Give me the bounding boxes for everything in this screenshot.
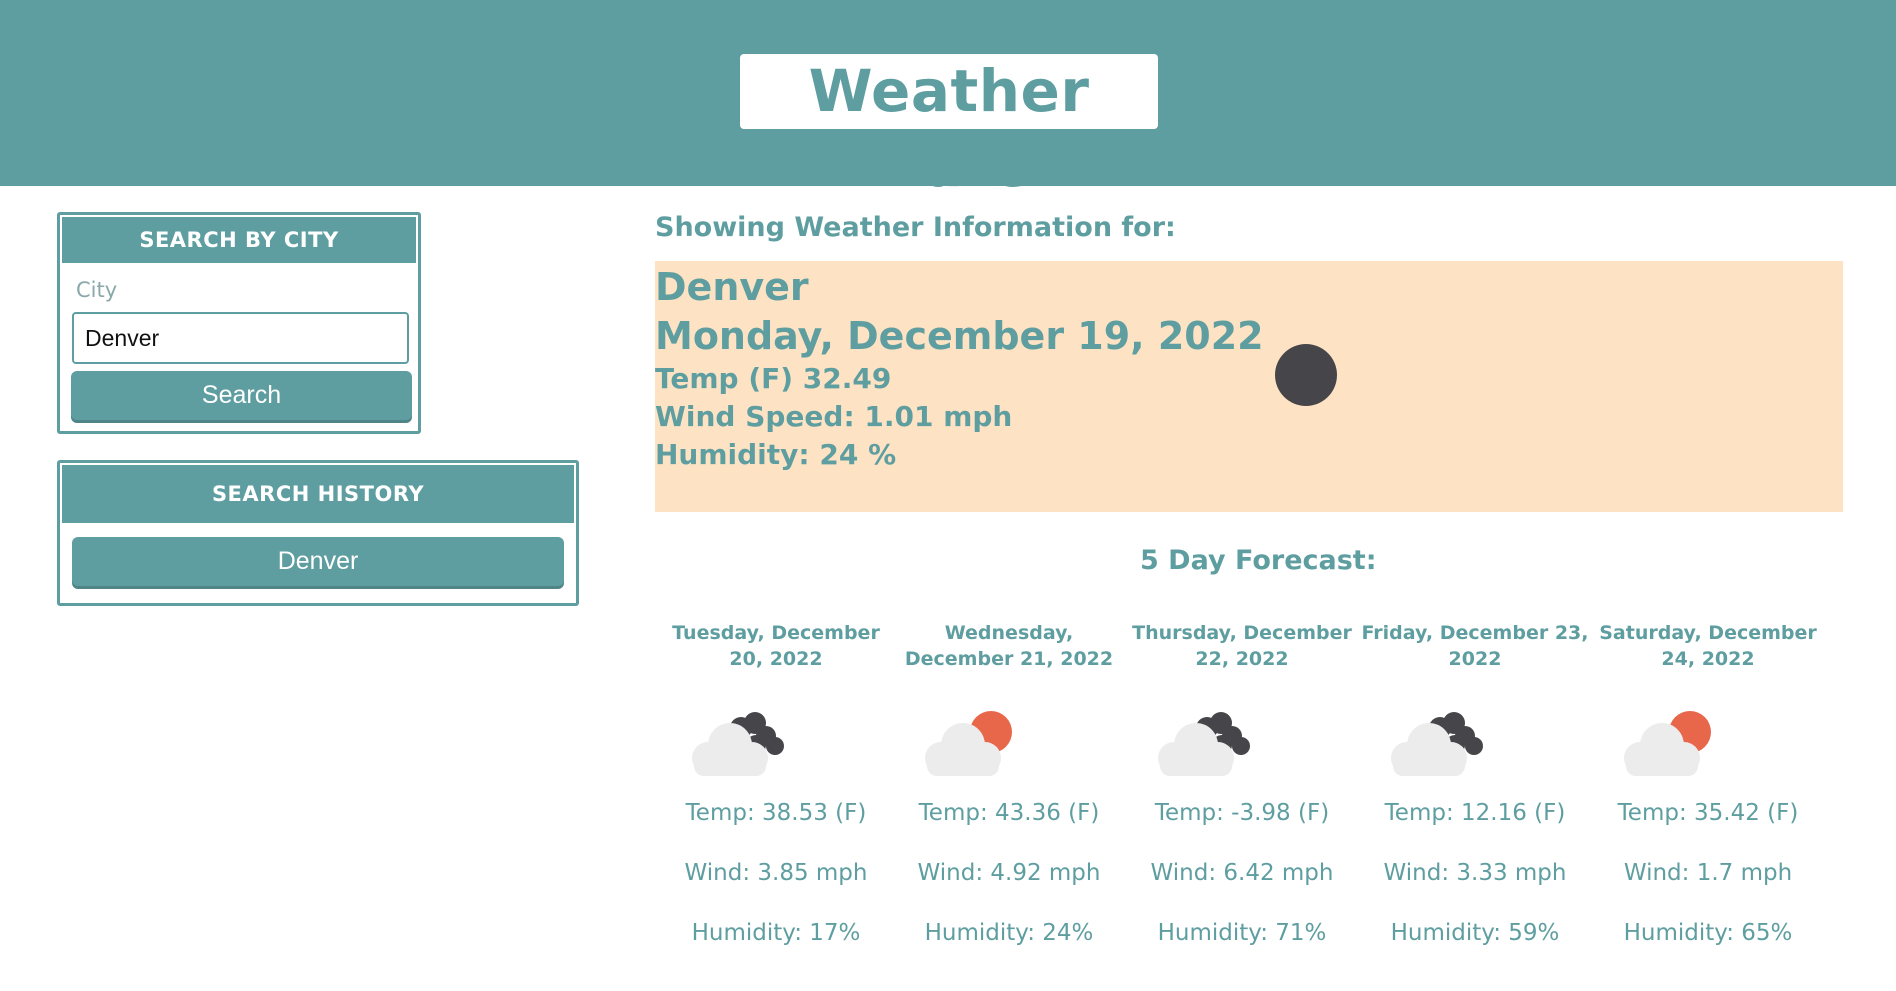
search-history-header: SEARCH HISTORY <box>62 465 574 523</box>
forecast-wind: Wind: 3.33 mph <box>1383 860 1567 886</box>
search-history-card: SEARCH HISTORY Denver <box>57 460 579 606</box>
forecast-heading: 5 Day Forecast: <box>1140 545 1377 576</box>
forecast-humidity: Humidity: 59% <box>1390 920 1560 946</box>
forecast-day: Friday, December 23, 2022 Temp: 12.16 (F… <box>1359 620 1591 946</box>
night-cloudy-icon <box>1391 712 1483 776</box>
current-wind: Wind Speed: 1.01 mph <box>655 400 1013 433</box>
current-humidity: Humidity: 24 % <box>655 438 897 471</box>
city-label: City <box>76 278 118 302</box>
night-cloudy-icon <box>1158 712 1250 776</box>
night-clear-icon <box>1275 344 1337 406</box>
forecast-date: Tuesday, December 20, 2022 <box>672 622 880 670</box>
search-card: SEARCH BY CITY City Search <box>57 212 421 434</box>
forecast-date: Wednesday, December 21, 2022 <box>904 622 1114 670</box>
current-weather-panel: Denver Monday, December 19, 2022 Temp (F… <box>655 261 1843 512</box>
current-temp: Temp (F) 32.49 <box>655 362 892 395</box>
forecast-date: Friday, December 23, 2022 <box>1361 622 1589 670</box>
partly-sunny-icon <box>1624 711 1711 776</box>
search-card-header: SEARCH BY CITY <box>62 217 416 263</box>
forecast-temp: Temp: 43.36 (F) <box>918 800 1100 826</box>
history-item-denver[interactable]: Denver <box>72 537 564 586</box>
search-button[interactable]: Search <box>71 371 412 420</box>
forecast-day: Tuesday, December 20, 2022 Temp: 38.53 (… <box>660 620 892 946</box>
forecast-temp: Temp: 35.42 (F) <box>1617 800 1799 826</box>
forecast-temp: Temp: 12.16 (F) <box>1384 800 1566 826</box>
forecast-temp: Temp: 38.53 (F) <box>685 800 867 826</box>
forecast-humidity: Humidity: 65% <box>1623 920 1793 946</box>
app-title: Weather Mate <box>740 54 1158 200</box>
current-city: Denver <box>655 265 809 309</box>
forecast-day: Saturday, December 24, 2022 Temp: 35.42 … <box>1592 620 1824 946</box>
partly-sunny-icon <box>925 711 1012 776</box>
forecast-humidity: Humidity: 17% <box>691 920 861 946</box>
forecast-temp: Temp: -3.98 (F) <box>1154 800 1330 826</box>
showing-weather-heading: Showing Weather Information for: <box>655 212 1176 243</box>
current-date: Monday, December 19, 2022 <box>655 314 1264 358</box>
forecast-wind: Wind: 3.85 mph <box>684 860 868 886</box>
forecast-day: Thursday, December 22, 2022 Temp: -3.98 … <box>1126 620 1358 946</box>
forecast-wind: Wind: 4.92 mph <box>917 860 1101 886</box>
forecast-date: Saturday, December 24, 2022 <box>1599 622 1817 670</box>
night-cloudy-icon <box>692 712 784 776</box>
forecast-wind: Wind: 6.42 mph <box>1150 860 1334 886</box>
forecast-wind: Wind: 1.7 mph <box>1623 860 1793 886</box>
forecast-humidity: Humidity: 71% <box>1157 920 1327 946</box>
forecast-date: Thursday, December 22, 2022 <box>1132 622 1352 670</box>
city-input[interactable] <box>72 312 409 364</box>
forecast-day: Wednesday, December 21, 2022 Temp: 43.36… <box>893 620 1125 946</box>
header-bar: Weather Mate <box>0 0 1896 200</box>
forecast-humidity: Humidity: 24% <box>924 920 1094 946</box>
